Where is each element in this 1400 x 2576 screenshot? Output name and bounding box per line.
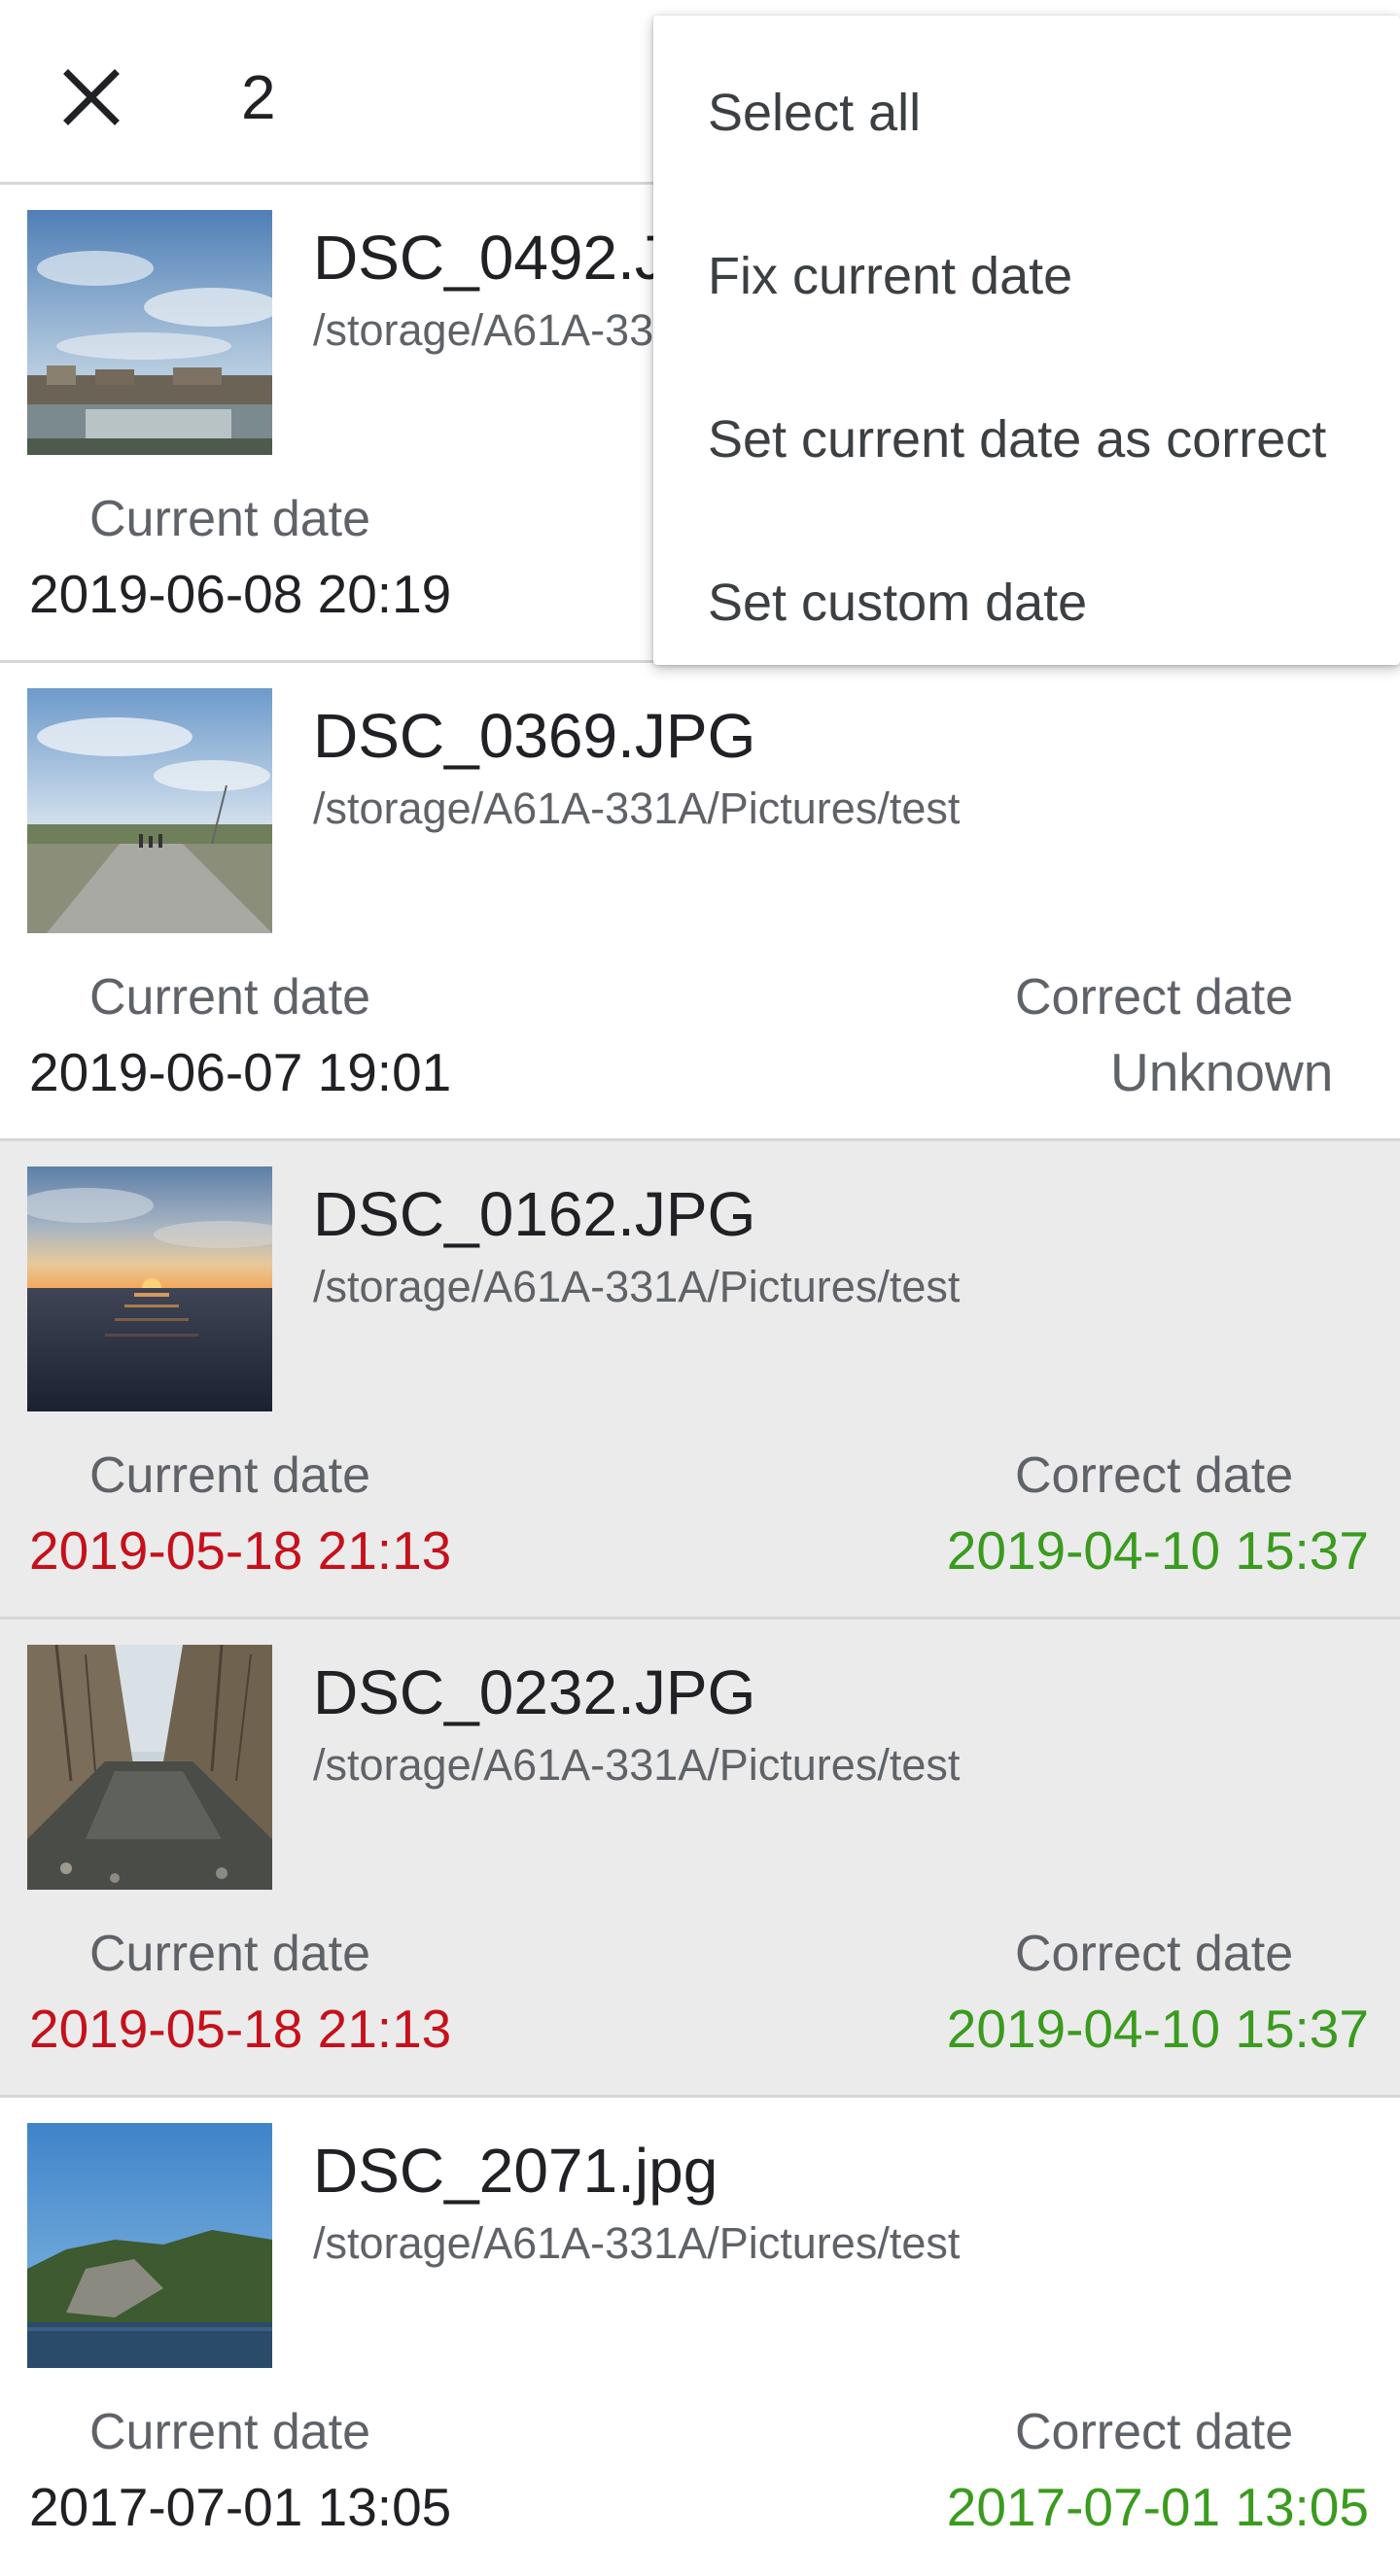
correct-date-label: Correct date [1015,1926,1294,1982]
current-date-value: 2019-05-18 21:13 [29,1520,452,1581]
correct-date-label: Correct date [1015,1447,1294,1504]
file-path: /storage/A61A-331A/Pictures/test [313,783,961,833]
current-date-value: 2019-06-07 19:01 [29,1042,452,1102]
file-name: DSC_0162.JPG [313,1179,756,1249]
correct-date-value: 2019-04-10 15:37 [946,1520,1369,1581]
current-date-label: Current date [89,491,371,547]
current-date-value: 2017-07-01 13:05 [29,2477,452,2537]
thumbnail-image [27,1166,272,1411]
correct-date-label: Correct date [1015,969,1294,1026]
menu-item-set-current-date-as-correct[interactable]: Set current date as correct [653,358,1400,521]
file-name: DSC_0369.JPG [313,701,756,771]
overflow-menu: Select all Fix current date Set current … [653,16,1400,665]
selected-count: 2 [241,62,276,132]
menu-item-select-all[interactable]: Select all [653,31,1400,194]
correct-date-value: 2019-04-10 15:37 [946,1999,1369,2059]
file-name: DSC_0232.JPG [313,1657,756,1727]
current-date-label: Current date [89,1447,371,1504]
current-date-label: Current date [89,1926,371,1982]
correct-date-label: Correct date [1015,2404,1294,2460]
thumbnail-image [27,688,272,933]
correct-date-value: Unknown [1110,1042,1334,1102]
menu-item-set-custom-date[interactable]: Set custom date [653,521,1400,684]
thumbnail-image [27,1645,272,1890]
list-item[interactable]: DSC_0232.JPG /storage/A61A-331A/Pictures… [0,1619,1400,2098]
list-item[interactable]: DSC_0369.JPG /storage/A61A-331A/Pictures… [0,663,1400,1141]
correct-date-value: 2017-07-01 13:05 [946,2477,1369,2537]
file-path: /storage/A61A-331A/Pictures/test [313,1262,961,1311]
menu-item-fix-current-date[interactable]: Fix current date [653,194,1400,358]
close-selection-button[interactable] [43,49,140,146]
list-item[interactable]: DSC_2071.jpg /storage/A61A-331A/Pictures… [0,2098,1400,2576]
current-date-label: Current date [89,969,371,1026]
file-path: /storage/A61A-331A/Pictures/test [313,1740,961,1790]
current-date-value: 2019-06-08 20:19 [29,564,452,624]
file-name: DSC_2071.jpg [313,2136,718,2206]
list-item[interactable]: DSC_0162.JPG /storage/A61A-331A/Pictures… [0,1141,1400,1619]
file-path: /storage/A61A-331A/Pictures/test [313,2218,961,2268]
close-icon [63,69,120,125]
thumbnail-image [27,2123,272,2368]
current-date-label: Current date [89,2404,371,2460]
thumbnail-image [27,210,272,455]
current-date-value: 2019-05-18 21:13 [29,1999,452,2059]
